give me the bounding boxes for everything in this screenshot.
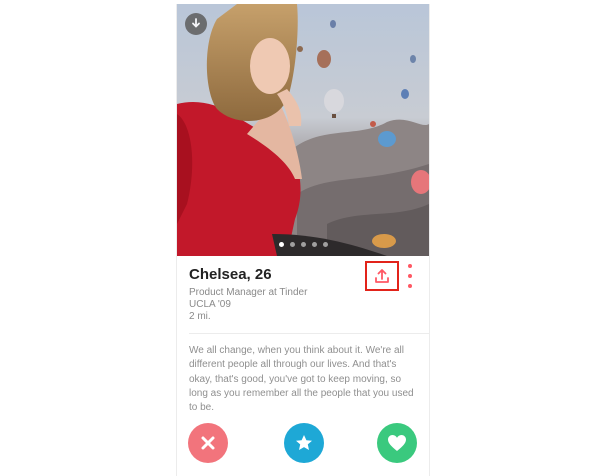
profile-school: UCLA '09 <box>189 299 231 310</box>
share-icon <box>375 269 389 283</box>
nope-button[interactable] <box>188 423 228 463</box>
photo-dot[interactable] <box>278 242 284 247</box>
profile-bio: We all change, when you think about it. … <box>189 345 414 414</box>
more-options-button[interactable] <box>406 264 414 288</box>
more-vertical-icon <box>408 264 412 268</box>
profile-photo[interactable] <box>177 4 429 256</box>
photo-pagination <box>177 242 429 247</box>
more-vertical-icon-dot <box>408 274 412 278</box>
share-button[interactable] <box>365 261 399 291</box>
heart-icon <box>388 435 406 451</box>
photo-dot[interactable] <box>322 242 328 247</box>
photo-dot[interactable] <box>289 242 295 247</box>
like-button[interactable] <box>377 423 417 463</box>
download-button[interactable] <box>185 13 207 35</box>
download-icon <box>192 18 200 28</box>
profile-distance: 2 mi. <box>189 311 211 322</box>
profile-card: Chelsea, 26 Product Manager at Tinder UC… <box>176 4 430 476</box>
star-icon <box>296 435 312 450</box>
photo-dot[interactable] <box>311 242 317 247</box>
more-vertical-icon-dot <box>408 284 412 288</box>
close-icon <box>201 436 215 450</box>
photo-image <box>177 4 429 256</box>
photo-dot[interactable] <box>300 242 306 247</box>
divider <box>189 333 429 334</box>
super-like-button[interactable] <box>284 423 324 463</box>
